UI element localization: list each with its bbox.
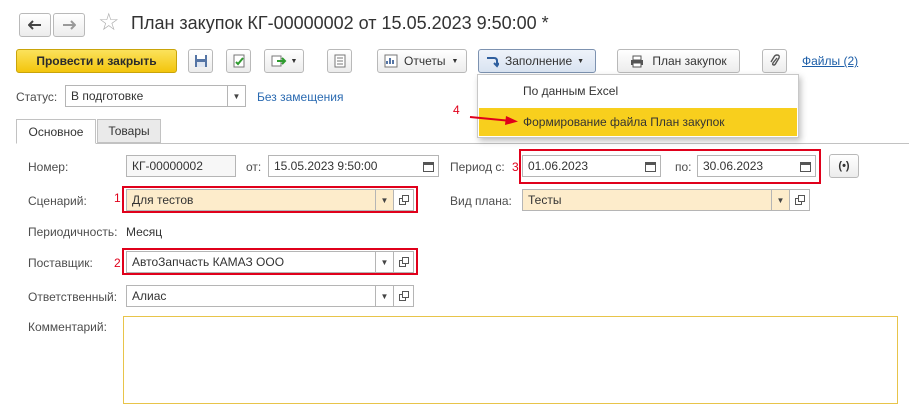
calendar-icon — [423, 161, 434, 172]
annotation-number-3: 3 — [512, 160, 519, 174]
arrow-left-icon — [28, 20, 41, 30]
list-document-icon — [334, 54, 345, 68]
period-from-label: Период с: — [450, 160, 505, 174]
responsible-label: Ответственный: — [28, 290, 118, 304]
fill-menu-item-excel[interactable]: По данным Excel — [479, 80, 797, 102]
plan-type-input[interactable]: Тесты — [522, 189, 772, 211]
printer-icon — [631, 55, 644, 67]
supplier-label: Поставщик: — [28, 256, 93, 270]
number-input[interactable]: КГ-00000002 — [126, 155, 236, 177]
report-icon — [384, 54, 398, 68]
fill-arrow-icon — [487, 57, 499, 68]
tab-main[interactable]: Основное — [16, 119, 96, 144]
comment-textarea[interactable] — [123, 316, 898, 404]
create-based-icon — [271, 55, 286, 67]
status-label: Статус: — [16, 90, 58, 104]
chevron-down-icon: ▼ — [232, 91, 241, 101]
chevron-down-icon: ▼ — [290, 57, 298, 65]
fill-label: Заполнение — [505, 54, 573, 68]
tab-main-label: Основное — [28, 124, 84, 139]
reports-button[interactable]: Отчеты ▼ — [377, 49, 467, 73]
arrow-right-icon — [63, 20, 76, 30]
no-substitution-link[interactable]: Без замещения — [257, 90, 343, 104]
annotation-arrow-4 — [469, 116, 518, 125]
fill-menu: По данным Excel Формирование файла План … — [477, 74, 799, 138]
paperclip-icon — [769, 54, 780, 66]
fill-button[interactable]: Заполнение ▼ — [478, 49, 596, 73]
create-based-on-button[interactable]: ▼ — [264, 49, 304, 73]
floppy-disk-icon — [194, 55, 207, 67]
date-input[interactable]: 15.05.2023 9:50:00 — [268, 155, 420, 177]
files-link[interactable]: Файлы (2) — [802, 54, 858, 68]
purchase-plan-print-button[interactable]: План закупок — [617, 49, 740, 73]
post-and-close-button[interactable]: Провести и закрыть — [16, 49, 177, 73]
back-button[interactable] — [19, 13, 51, 37]
reports-label: Отчеты — [404, 54, 446, 68]
attach-button[interactable] — [762, 49, 787, 73]
save-button[interactable] — [188, 49, 213, 73]
annotation-number-1: 1 — [114, 191, 121, 205]
periodicity-label: Периодичность: — [28, 225, 118, 239]
chevron-down-icon: ▼ — [776, 195, 785, 205]
tab-goods[interactable]: Товары — [97, 119, 161, 143]
forward-button[interactable] — [53, 13, 85, 37]
annotation-number-4: 4 — [453, 103, 460, 117]
responsible-open-button[interactable] — [394, 285, 414, 307]
tab-goods-label: Товары — [108, 124, 150, 138]
post-document-icon — [233, 54, 244, 68]
open-form-icon — [794, 195, 805, 205]
structure-button[interactable] — [327, 49, 352, 73]
favorite-star-icon[interactable]: ☆ — [98, 9, 120, 37]
period-select-button[interactable]: (•) — [829, 154, 859, 178]
plan-type-open-button[interactable] — [790, 189, 810, 211]
chevron-down-icon: ▼ — [577, 57, 585, 65]
periodicity-value: Месяц — [126, 225, 163, 239]
status-dropdown-button[interactable]: ▼ — [227, 85, 246, 107]
scenario-label: Сценарий: — [28, 194, 87, 208]
responsible-dropdown-button[interactable]: ▼ — [375, 285, 394, 307]
status-select[interactable]: В подготовке — [65, 85, 228, 107]
annotation-number-2: 2 — [114, 256, 121, 270]
responsible-input[interactable]: Алиас — [126, 285, 376, 307]
period-wave-icon: (•) — [838, 160, 850, 172]
annotation-box-period — [519, 149, 821, 184]
chevron-down-icon: ▼ — [380, 291, 389, 301]
comment-label: Комментарий: — [28, 320, 107, 334]
number-label: Номер: — [28, 160, 69, 174]
tabs-baseline — [16, 143, 909, 144]
plan-type-dropdown-button[interactable]: ▼ — [771, 189, 790, 211]
page-title: План закупок КГ-00000002 от 15.05.2023 9… — [131, 13, 549, 33]
open-form-icon — [398, 291, 409, 301]
annotation-box-supplier — [122, 248, 418, 275]
fill-menu-item-generate-file[interactable]: Формирование файла План закупок — [479, 108, 797, 136]
plan-type-label: Вид плана: — [450, 194, 512, 208]
annotation-box-scenario — [122, 186, 418, 213]
post-button[interactable] — [226, 49, 251, 73]
purchase-plan-print-label: План закупок — [652, 54, 727, 68]
date-calendar-button[interactable] — [419, 155, 439, 177]
chevron-down-icon: ▼ — [451, 57, 459, 65]
from-label: от: — [246, 160, 262, 174]
